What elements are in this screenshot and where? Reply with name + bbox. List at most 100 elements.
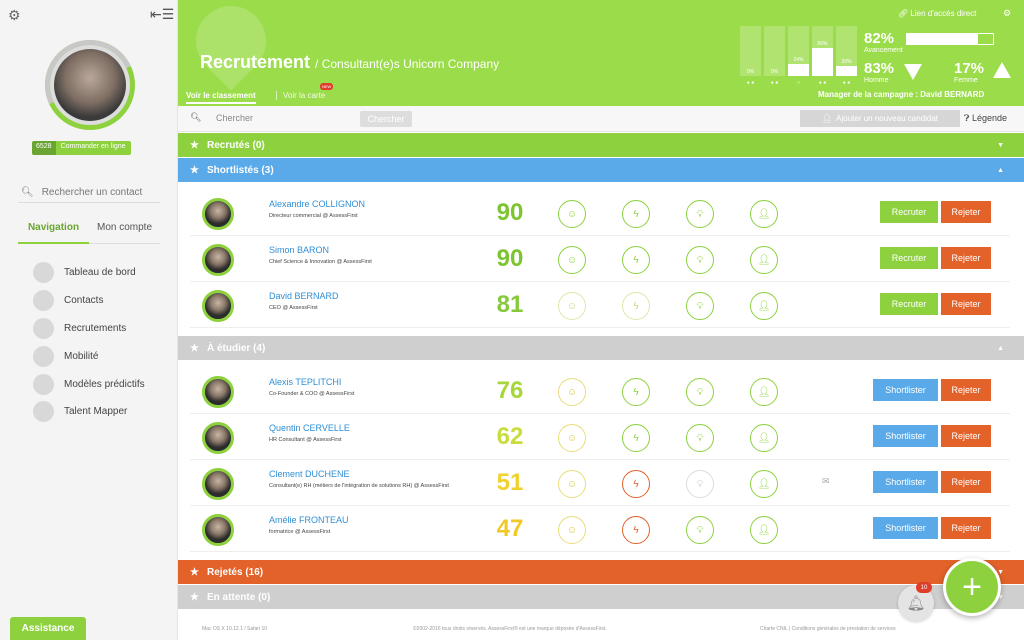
sidebar-item-mobility[interactable]: Mobilité	[33, 342, 145, 370]
candidate-name[interactable]: Clement DUCHENE	[269, 469, 350, 479]
lightning-icon[interactable]: ϟ	[622, 200, 650, 228]
candidate-row[interactable]: Amélie FRONTEAU formatrice @ AssessFirst 4…	[190, 506, 1010, 552]
candidate-row[interactable]: Alexis TEPLITCHI Co-Founder & COO @ Asses…	[190, 368, 1010, 414]
credits-count: 6528	[32, 141, 56, 155]
reject-button[interactable]: Rejeter	[941, 517, 991, 539]
reject-button[interactable]: Rejeter	[941, 425, 991, 447]
candidate-avatar[interactable]	[202, 468, 234, 500]
candidate-row[interactable]: Quentin CERVELLE HR Consultant @ AssessFi…	[190, 414, 1010, 460]
tab-map[interactable]: Voir la carte	[276, 91, 325, 100]
candidate-name[interactable]: Simon BARON	[269, 245, 329, 255]
candidate-score: 81	[496, 291, 524, 318]
reject-button[interactable]: Rejeter	[941, 247, 991, 269]
section-to-study[interactable]: ★ À étudier (4) ▲	[178, 336, 1024, 360]
search-button[interactable]: Chercher	[360, 111, 412, 127]
gears-icon[interactable]: ⚙	[8, 7, 26, 23]
direct-access-link[interactable]: 🔗︎ Lien d'accès direct	[898, 9, 976, 18]
lightbulb-icon[interactable]: 💡︎	[686, 378, 714, 406]
reject-button[interactable]: Rejeter	[941, 293, 991, 315]
candidate-name[interactable]: Alexis TEPLITCHI	[269, 377, 341, 387]
tab-ranking[interactable]: Voir le classement	[186, 91, 256, 104]
lightning-icon[interactable]: ϟ	[622, 424, 650, 452]
recruit-button[interactable]: Recruter	[880, 201, 938, 223]
candidate-name[interactable]: David BERNARD	[269, 291, 339, 301]
sidebar-item-predictive-models[interactable]: Modèles prédictifs	[33, 370, 145, 398]
shortlist-button[interactable]: Shortlister	[873, 379, 938, 401]
smiley-icon[interactable]: ☺	[558, 246, 586, 274]
candidate-avatar[interactable]	[202, 422, 234, 454]
recruit-button[interactable]: Recruter	[880, 247, 938, 269]
lightning-icon[interactable]: ϟ	[622, 292, 650, 320]
sidebar-item-talent-mapper[interactable]: Talent Mapper	[33, 398, 145, 426]
candidate-row[interactable]: Simon BARON Chief Science & Innovation @ …	[190, 236, 1010, 282]
lightbulb-icon[interactable]: 💡︎	[686, 292, 714, 320]
settings-icon[interactable]: ⚙	[1003, 8, 1011, 19]
lightbulb-icon[interactable]: 💡︎	[686, 470, 714, 498]
candidate-row[interactable]: Alexandre COLLIGNON Directeur commercial …	[190, 190, 1010, 236]
assistance-button[interactable]: Assistance	[10, 617, 86, 640]
sidebar-item-contacts[interactable]: Contacts	[33, 287, 145, 315]
tab-navigation[interactable]: Navigation	[18, 220, 89, 244]
lightbulb-icon[interactable]: 💡︎	[686, 246, 714, 274]
candidate-row[interactable]: Clement DUCHENE Consultant(e) RH (métiers…	[190, 460, 1010, 506]
chevron-up-icon[interactable]: ▲	[997, 345, 1004, 352]
candidate-search-input[interactable]: Chercher	[216, 113, 253, 123]
lightning-icon[interactable]: ϟ	[622, 378, 650, 406]
contact-search-field[interactable]: 🔍︎ Rechercher un contact	[18, 183, 160, 203]
section-shortlisted[interactable]: ★ Shortlistés (3) ▲	[178, 158, 1024, 182]
candidate-avatar[interactable]	[202, 244, 234, 276]
credits-badge[interactable]: 6528 Commander en ligne	[32, 141, 131, 155]
candidate-avatar[interactable]	[202, 514, 234, 546]
user-avatar[interactable]	[32, 27, 148, 143]
person-icon[interactable]: 👤︎	[750, 246, 778, 274]
person-icon[interactable]: 👤︎	[750, 378, 778, 406]
smiley-icon[interactable]: ☺	[558, 424, 586, 452]
lightning-icon[interactable]: ϟ	[622, 516, 650, 544]
candidate-name[interactable]: Quentin CERVELLE	[269, 423, 350, 433]
person-icon[interactable]: 👤︎	[750, 470, 778, 498]
lightbulb-icon[interactable]: 💡︎	[686, 424, 714, 452]
order-online-link[interactable]: Commander en ligne	[55, 141, 131, 155]
tab-my-account[interactable]: Mon compte	[89, 220, 160, 244]
candidate-row[interactable]: David BERNARD CEO @ AssessFirst 81 ☺ ϟ 💡︎ 👤︎ Re…	[190, 282, 1010, 328]
person-icon[interactable]: 👤︎	[750, 200, 778, 228]
lightbulb-icon[interactable]: 💡︎	[686, 516, 714, 544]
shortlist-button[interactable]: Shortlister	[873, 517, 938, 539]
legend-button[interactable]: ❓︎ Légende	[964, 113, 1007, 124]
candidate-name[interactable]: Amélie FRONTEAU	[269, 515, 349, 525]
add-fab-button[interactable]: +	[943, 558, 1001, 616]
reject-button[interactable]: Rejeter	[941, 201, 991, 223]
person-icon[interactable]: 👤︎	[750, 516, 778, 544]
smiley-icon[interactable]: ☺	[558, 516, 586, 544]
recruit-button[interactable]: Recruter	[880, 293, 938, 315]
candidate-avatar[interactable]	[202, 198, 234, 230]
candidate-avatar[interactable]	[202, 290, 234, 322]
candidate-name[interactable]: Alexandre COLLIGNON	[269, 199, 365, 209]
chevron-up-icon[interactable]: ▲	[997, 167, 1004, 174]
collapse-menu-icon[interactable]: ⇤☰	[150, 6, 174, 22]
shortlist-button[interactable]: Shortlister	[873, 425, 938, 447]
chevron-down-icon[interactable]: ▼	[997, 142, 1004, 149]
sidebar-item-dashboard[interactable]: Tableau de bord	[33, 259, 145, 287]
reject-button[interactable]: Rejeter	[941, 471, 991, 493]
sidebar-item-recruitments[interactable]: Recrutements	[33, 315, 145, 343]
reject-button[interactable]: Rejeter	[941, 379, 991, 401]
footer-legal-links[interactable]: Charte CNIL | Conditions générales de pr…	[760, 626, 896, 632]
section-waiting[interactable]: ★ En attente (0) ▼	[178, 585, 1024, 609]
envelope-icon[interactable]: ✉	[822, 476, 830, 487]
section-rejected[interactable]: ★ Rejetés (16) ▼	[178, 560, 1024, 584]
shortlist-button[interactable]: Shortlister	[873, 471, 938, 493]
add-candidate-button[interactable]: 👤︎ Ajouter un nouveau candidat	[800, 110, 960, 127]
lightning-icon[interactable]: ϟ	[622, 470, 650, 498]
smiley-icon[interactable]: ☺	[558, 378, 586, 406]
person-icon[interactable]: 👤︎	[750, 424, 778, 452]
lightning-icon[interactable]: ϟ	[622, 246, 650, 274]
smiley-icon[interactable]: ☺	[558, 470, 586, 498]
candidate-avatar[interactable]	[202, 376, 234, 408]
smiley-icon[interactable]: ☺	[558, 292, 586, 320]
smiley-icon[interactable]: ☺	[558, 200, 586, 228]
person-icon[interactable]: 👤︎	[750, 292, 778, 320]
section-recruited[interactable]: ★ Recrutés (0) ▼	[178, 133, 1024, 157]
distribution-bar: 20%	[836, 26, 857, 76]
lightbulb-icon[interactable]: 💡︎	[686, 200, 714, 228]
